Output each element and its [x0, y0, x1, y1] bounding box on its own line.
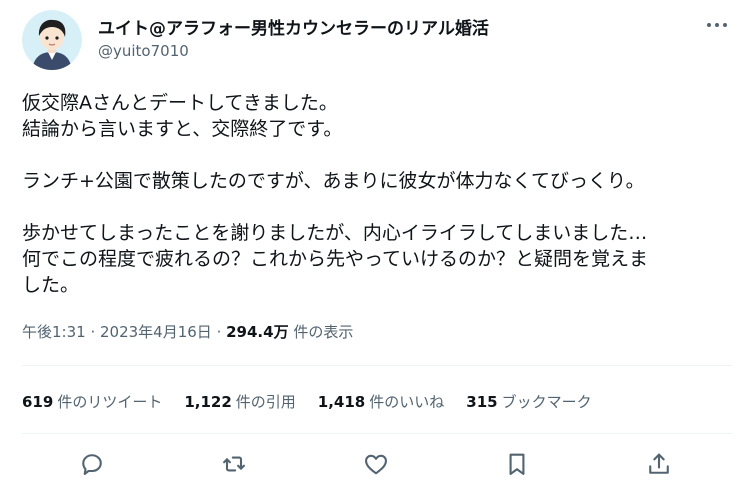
likes-count: 1,418 [317, 393, 366, 411]
share-icon[interactable] [645, 450, 673, 478]
retweets-label: 件のリツイート [57, 393, 163, 411]
bookmarks-stat[interactable]: 315 ブックマーク [466, 391, 591, 412]
like-icon[interactable] [362, 450, 390, 478]
retweets-stat[interactable]: 619 件のリツイート [22, 391, 162, 412]
tweet-line: 何でこの程度で疲れるの？これから先やっていけるのか？と疑問を覚えま [22, 248, 649, 270]
tweet-date[interactable]: 2023年4月16日 [100, 323, 212, 341]
likes-stat[interactable]: 1,418 件のいいね [318, 391, 444, 412]
tweet-line: 結論から言いますと、交際終了です。 [22, 118, 343, 140]
views-label: 件の表示 [288, 323, 354, 341]
tweet-line: した。 [22, 274, 80, 296]
tweet-time[interactable]: 午後1:31 [22, 323, 86, 341]
avatar-image [22, 10, 82, 70]
tweet-line: ランチ+公園で散策したのですが、あまりに彼女が体力なくてびっくり。 [22, 170, 645, 192]
meta-separator: · [211, 323, 227, 341]
divider [22, 365, 732, 366]
divider [22, 433, 732, 434]
retweet-icon[interactable] [220, 450, 248, 478]
action-bar [0, 446, 750, 482]
quotes-label: 件の引用 [235, 393, 296, 411]
quotes-count: 1,122 [184, 393, 232, 411]
tweet-blank-line [22, 142, 734, 168]
more-icon[interactable] [702, 14, 732, 36]
likes-label: 件のいいね [369, 393, 445, 411]
meta-separator: · [85, 323, 100, 341]
tweet-text: 仮交際Aさんとデートしてきました。 結論から言いますと、交際終了です。 ランチ+… [22, 90, 734, 298]
reply-icon[interactable] [78, 450, 106, 478]
tweet-stats: 619 件のリツイート 1,122 件の引用 1,418 件のいいね 315 ブックマー… [22, 391, 614, 412]
quotes-stat[interactable]: 1,122 件の引用 [184, 391, 295, 412]
tweet-line: 仮交際Aさんとデートしてきました。 [22, 92, 338, 114]
bookmark-icon[interactable] [503, 450, 531, 478]
author-name[interactable]: ユイト@アラフォー男性カウンセラーのリアル婚活 [98, 14, 489, 39]
tweet-line: 歩かせてしまったことを謝りましたが、内心イライラしてしまいました… [22, 222, 648, 244]
tweet-blank-line [22, 194, 734, 220]
bookmarks-count: 315 [466, 393, 498, 411]
bookmarks-label: ブックマーク [501, 393, 592, 411]
author-handle[interactable]: @yuito7010 [98, 42, 189, 60]
retweets-count: 619 [22, 393, 54, 411]
tweet-meta: 午後1:31 · 2023年4月16日 · 294.4万 件の表示 [22, 321, 353, 342]
avatar[interactable] [22, 10, 82, 70]
views-count: 294.4万 [226, 323, 289, 341]
